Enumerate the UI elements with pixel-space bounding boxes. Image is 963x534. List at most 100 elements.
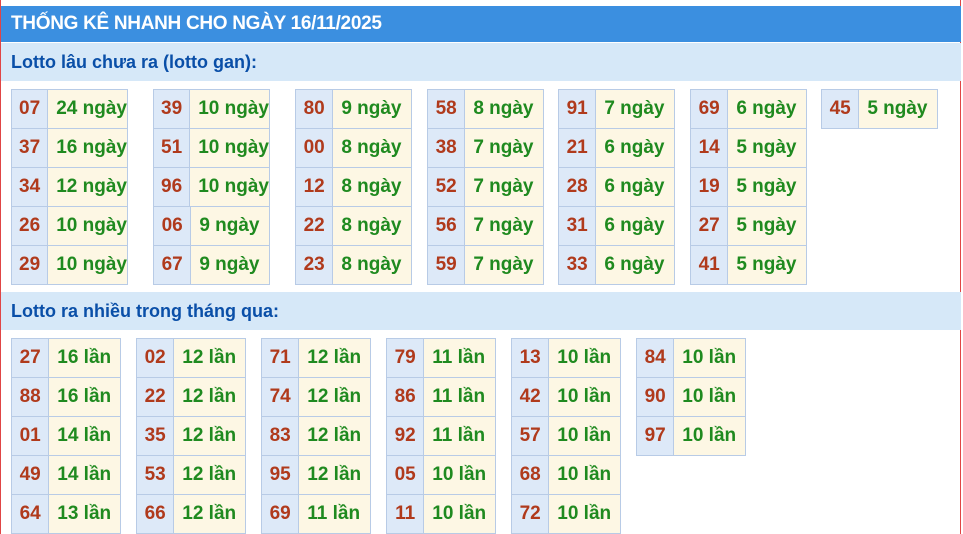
stat-row: 13 10 lần: [512, 339, 620, 378]
stat-row: 12 8 ngày: [296, 168, 411, 207]
lotto-number: 88: [12, 378, 50, 416]
stat-row: 19 5 ngày: [691, 168, 806, 207]
lotto-count: 10 ngày: [190, 168, 269, 206]
lotto-number: 12: [296, 168, 334, 206]
lotto-count: 11 lần: [299, 495, 370, 533]
lotto-number: 49: [12, 456, 50, 494]
lotto-count: 13 lần: [49, 495, 120, 533]
lotto-count: 6 ngày: [728, 90, 806, 128]
lotto-count: 6 ngày: [596, 246, 674, 284]
stat-row: 22 12 lần: [137, 378, 245, 417]
lotto-count: 10 lần: [674, 339, 745, 377]
lotto-number: 21: [559, 129, 597, 167]
lotto-count: 12 lần: [174, 456, 245, 494]
stat-column: 13 10 lần 42 10 lần 57 10 lần 68 10 lần 72 10 lần: [511, 338, 621, 534]
lotto-count: 7 ngày: [596, 90, 674, 128]
lotto-number: 33: [559, 246, 597, 284]
stat-row: 52 7 ngày: [428, 168, 543, 207]
lotto-count: 10 lần: [549, 456, 620, 494]
lotto-count: 8 ngày: [333, 207, 411, 245]
stat-row: 06 9 ngày: [154, 207, 269, 246]
lotto-count: 11 lần: [424, 378, 495, 416]
stat-column: 69 6 ngày 14 5 ngày 19 5 ngày 27 5 ngày 41 5 ngày: [690, 89, 807, 285]
stat-row: 67 9 ngày: [154, 246, 269, 284]
lotto-count: 10 lần: [549, 495, 620, 533]
stat-column: 80 9 ngày 00 8 ngày 12 8 ngày 22 8 ngày 23 8 ngày: [295, 89, 412, 285]
stat-row: 05 10 lần: [387, 456, 495, 495]
stat-row: 01 14 lần: [12, 417, 120, 456]
lotto-number: 22: [296, 207, 334, 245]
stat-row: 41 5 ngày: [691, 246, 806, 284]
stat-row: 97 10 lần: [637, 417, 745, 455]
stat-row: 96 10 ngày: [154, 168, 269, 207]
stat-row: 57 10 lần: [512, 417, 620, 456]
stat-row: 95 12 lần: [262, 456, 370, 495]
lotto-count: 12 lần: [299, 378, 370, 416]
lotto-number: 35: [137, 417, 175, 455]
stat-row: 26 10 ngày: [12, 207, 127, 246]
lotto-number: 96: [154, 168, 191, 206]
stat-row: 49 14 lần: [12, 456, 120, 495]
lotto-number: 86: [387, 378, 425, 416]
stat-column: 02 12 lần 22 12 lần 35 12 lần 53 12 lần 66 12 lần: [136, 338, 246, 534]
stat-row: 86 11 lần: [387, 378, 495, 417]
lotto-number: 66: [137, 495, 175, 533]
lotto-count: 6 ngày: [596, 129, 674, 167]
stat-row: 56 7 ngày: [428, 207, 543, 246]
lotto-count: 12 lần: [299, 417, 370, 455]
stat-row: 66 12 lần: [137, 495, 245, 533]
lotto-count: 9 ngày: [333, 90, 411, 128]
lotto-count: 11 lần: [424, 417, 495, 455]
lotto-count: 8 ngày: [333, 246, 411, 284]
lotto-number: 27: [12, 339, 50, 377]
lotto-number: 45: [822, 90, 860, 128]
lotto-count: 11 lần: [424, 339, 495, 377]
lotto-number: 22: [137, 378, 175, 416]
stat-row: 11 10 lần: [387, 495, 495, 533]
stat-row: 90 10 lần: [637, 378, 745, 417]
lotto-number: 69: [262, 495, 300, 533]
lotto-count: 6 ngày: [596, 168, 674, 206]
lotto-count: 5 ngày: [728, 129, 806, 167]
lotto-count: 14 lần: [49, 456, 120, 494]
lotto-count: 7 ngày: [465, 129, 543, 167]
lotto-count: 5 ngày: [728, 246, 806, 284]
stat-row: 22 8 ngày: [296, 207, 411, 246]
stat-row: 42 10 lần: [512, 378, 620, 417]
lotto-count: 12 lần: [174, 378, 245, 416]
lotto-number: 97: [637, 417, 675, 455]
stat-row: 53 12 lần: [137, 456, 245, 495]
lotto-number: 28: [559, 168, 597, 206]
lotto-number: 80: [296, 90, 334, 128]
stat-row: 68 10 lần: [512, 456, 620, 495]
lotto-count: 8 ngày: [333, 168, 411, 206]
lotto-count: 14 lần: [49, 417, 120, 455]
stat-row: 58 8 ngày: [428, 90, 543, 129]
stat-row: 79 11 lần: [387, 339, 495, 378]
stat-row: 59 7 ngày: [428, 246, 543, 284]
lotto-count: 10 lần: [674, 417, 745, 455]
lotto-number: 13: [512, 339, 550, 377]
lotto-number: 57: [512, 417, 550, 455]
lotto-count: 7 ngày: [465, 168, 543, 206]
lotto-number: 58: [428, 90, 466, 128]
stat-row: 14 5 ngày: [691, 129, 806, 168]
lotto-number: 74: [262, 378, 300, 416]
lotto-number: 51: [154, 129, 191, 167]
page-title: THỐNG KÊ NHANH CHO NGÀY 16/11/2025: [1, 6, 961, 42]
lotto-count: 9 ngày: [191, 207, 269, 245]
stat-row: 33 6 ngày: [559, 246, 674, 284]
stat-row: 37 16 ngày: [12, 129, 127, 168]
lotto-count: 16 ngày: [48, 129, 127, 167]
lotto-count: 6 ngày: [596, 207, 674, 245]
lotto-number: 79: [387, 339, 425, 377]
lotto-count: 5 ngày: [859, 90, 937, 128]
lotto-number: 19: [691, 168, 729, 206]
lotto-number: 41: [691, 246, 729, 284]
lotto-number: 59: [428, 246, 466, 284]
stat-row: 69 11 lần: [262, 495, 370, 533]
lotto-count: 10 lần: [424, 495, 495, 533]
section-heading-lotto-nhieu: Lotto ra nhiều trong tháng qua:: [1, 292, 961, 330]
lotto-number: 06: [154, 207, 192, 245]
lotto-number: 92: [387, 417, 425, 455]
